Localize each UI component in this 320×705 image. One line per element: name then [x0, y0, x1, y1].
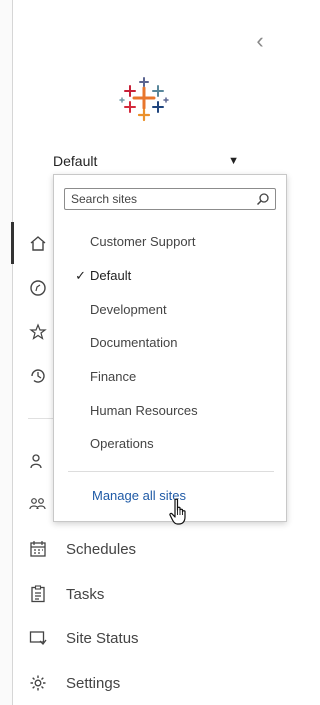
search-icon[interactable] — [256, 192, 270, 206]
site-label: Finance — [90, 369, 137, 385]
nav-item-home[interactable] — [28, 233, 48, 253]
nav-item-recents[interactable] — [28, 366, 48, 386]
site-switcher[interactable]: Default ▼ — [53, 150, 243, 172]
site-item[interactable]: Human Resources — [54, 393, 286, 427]
site-label: Default — [90, 268, 132, 284]
caret-down-icon: ▼ — [228, 155, 239, 167]
site-search-input[interactable] — [65, 192, 251, 206]
star-icon — [28, 322, 48, 342]
nav-item-explore[interactable] — [28, 278, 48, 298]
nav-label-tasks: Tasks — [66, 585, 105, 603]
hand-cursor-icon — [169, 498, 186, 525]
site-list: Customer Support ✓ Default Development D… — [54, 225, 286, 461]
nav-label-schedules: Schedules — [66, 540, 137, 558]
chevron-left-icon[interactable]: ‹ — [250, 30, 270, 52]
compass-icon — [28, 278, 48, 298]
site-label: Development — [90, 301, 167, 317]
monitor-status-icon — [28, 628, 48, 648]
site-label: Customer Support — [90, 234, 196, 250]
site-search-box[interactable] — [64, 188, 276, 210]
current-site-name: Default — [53, 153, 98, 169]
nav-item-schedules[interactable]: Schedules — [28, 539, 136, 559]
calendar-icon — [28, 539, 48, 559]
home-icon — [28, 233, 48, 253]
clipboard-icon — [28, 584, 48, 604]
checkmark-icon: ✓ — [75, 267, 86, 283]
active-nav-indicator — [11, 222, 14, 264]
history-icon — [28, 366, 48, 386]
site-item[interactable]: Finance — [54, 360, 286, 394]
site-label: Human Resources — [90, 402, 198, 418]
site-item[interactable]: Development — [54, 292, 286, 326]
nav-label-site-status: Site Status — [66, 629, 139, 647]
sidebar-edge — [0, 0, 13, 705]
site-label: Operations — [90, 436, 154, 452]
site-item-selected[interactable]: ✓ Default — [54, 259, 286, 293]
site-item[interactable]: Operations — [54, 427, 286, 461]
nav-item-groups[interactable] — [28, 494, 48, 514]
nav-label-settings: Settings — [66, 674, 121, 692]
dropdown-divider — [68, 471, 274, 472]
tableau-logo[interactable] — [118, 76, 170, 128]
nav-item-users[interactable] — [28, 451, 48, 471]
site-item[interactable]: Documentation — [54, 326, 286, 360]
user-icon — [28, 451, 48, 471]
group-icon — [28, 494, 48, 514]
nav-item-tasks[interactable]: Tasks — [28, 584, 104, 604]
site-item[interactable]: Customer Support — [54, 225, 286, 259]
nav-item-site-status[interactable]: Site Status — [28, 628, 139, 648]
site-dropdown: Customer Support ✓ Default Development D… — [53, 174, 287, 525]
gear-icon — [28, 673, 48, 693]
nav-item-settings[interactable]: Settings — [28, 673, 120, 693]
nav-item-favorites[interactable] — [28, 322, 48, 342]
site-label: Documentation — [90, 335, 178, 351]
